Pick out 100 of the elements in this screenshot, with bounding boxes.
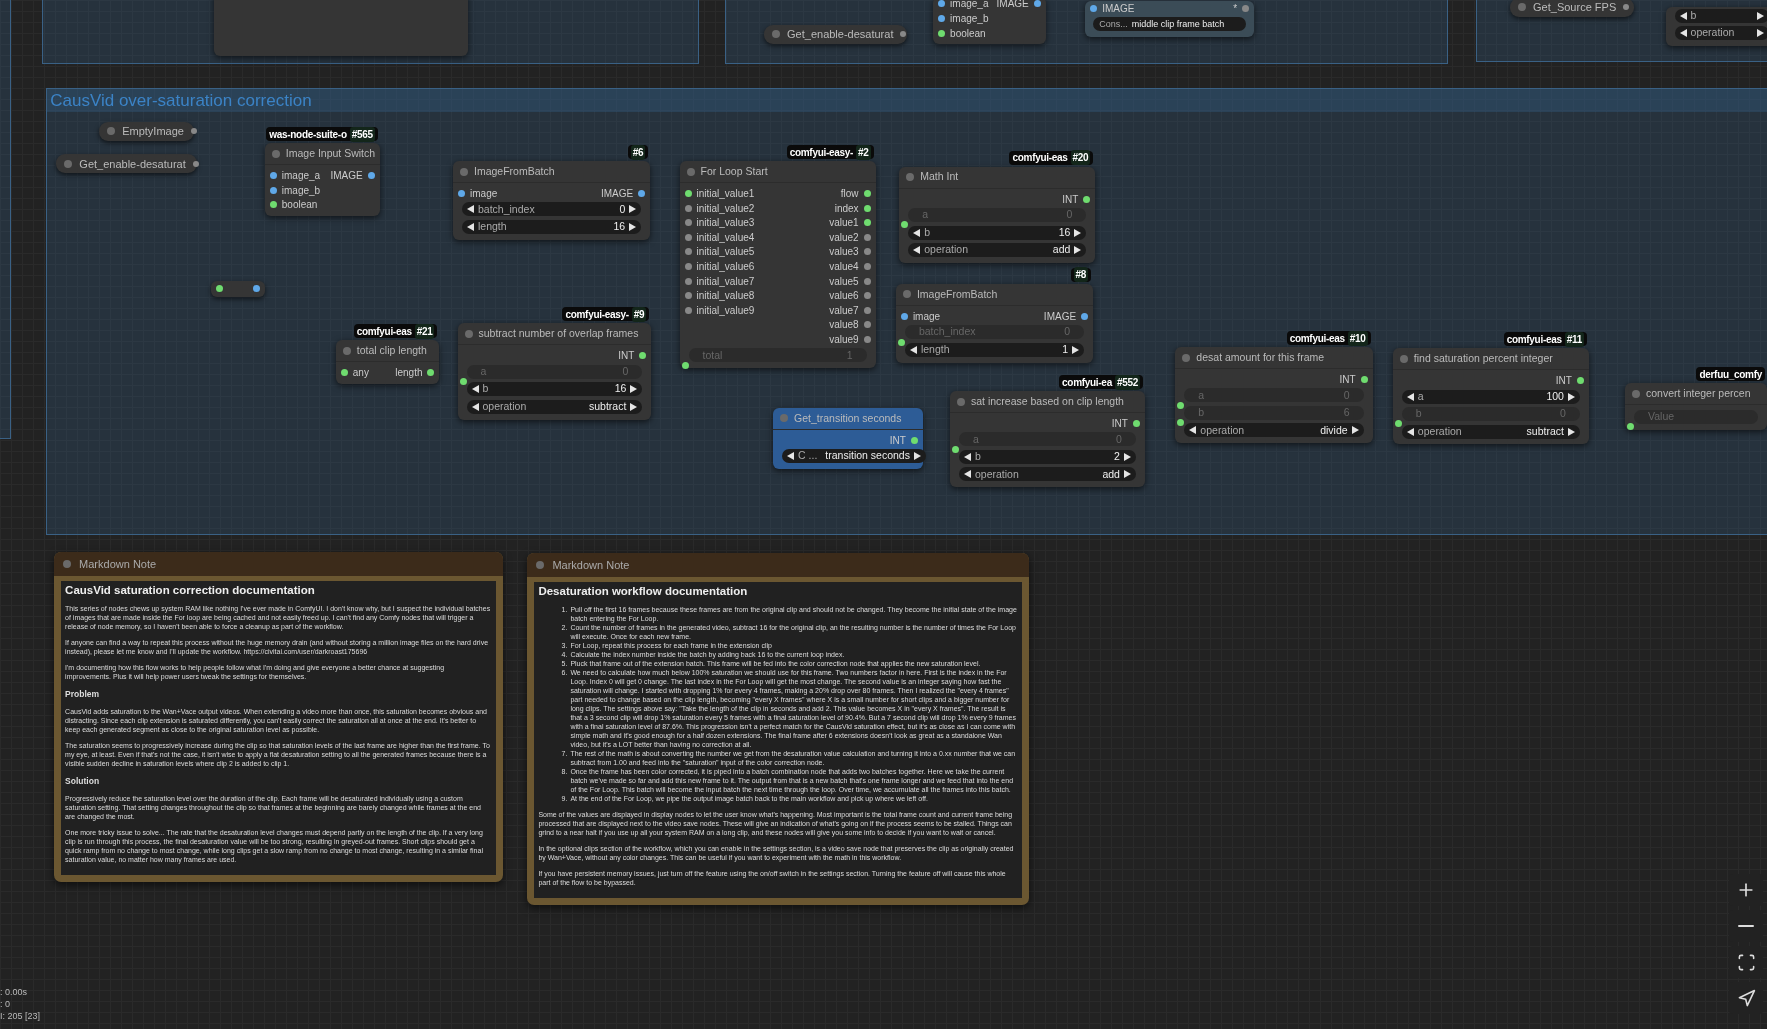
node-title: Image Input Switch	[285, 145, 376, 161]
output-label: index	[834, 201, 859, 216]
left-arrow-icon[interactable]	[1406, 392, 1414, 401]
widget-value: 16	[1058, 224, 1071, 240]
node-title: subtract number of overlap frames	[478, 326, 639, 342]
widget-label: operation	[1200, 422, 1245, 438]
getter-node[interactable]: Get_enable-desaturat	[56, 154, 198, 174]
right-arrow-icon[interactable]	[1567, 392, 1575, 401]
widget-label: a	[1417, 388, 1424, 404]
note-header-label: Markdown Note	[79, 556, 157, 572]
value-widget[interactable]: operation	[1674, 26, 1767, 40]
widget-label: length	[920, 341, 950, 357]
input-label: initial_value6	[696, 259, 755, 274]
value-widget[interactable]: operation divide	[1184, 423, 1364, 438]
right-arrow-icon[interactable]	[1351, 426, 1359, 435]
output-label: value8	[829, 318, 859, 333]
widget-label: total	[702, 347, 723, 363]
right-arrow-icon[interactable]	[1757, 29, 1765, 37]
widget-label: Value	[1648, 409, 1675, 424]
widget-value: add	[1052, 242, 1071, 258]
value-widget[interactable]: b 16	[466, 382, 643, 397]
output-label: value9	[829, 332, 859, 347]
input-label: image	[912, 309, 941, 324]
left-arrow-icon[interactable]	[1679, 29, 1687, 37]
input-label: initial_value2	[696, 201, 755, 216]
left-arrow-icon[interactable]	[787, 452, 795, 461]
badge-source: derfuu_comfy	[1699, 367, 1762, 382]
node-card[interactable]: IMAGE * Cons... middle clip frame batch	[1085, 1, 1255, 38]
output-label: INT	[1062, 192, 1079, 207]
input-label: initial_value1	[696, 186, 755, 201]
output-label: value4	[829, 259, 859, 274]
output-label: flow	[840, 186, 859, 201]
input-label: image_a	[950, 0, 989, 12]
value-widget[interactable]: b 2	[959, 449, 1136, 464]
right-arrow-icon[interactable]	[1072, 345, 1080, 354]
input-label: boolean	[950, 26, 986, 41]
value-widget[interactable]: length 1	[904, 342, 1085, 357]
badge-id: #2	[856, 144, 871, 160]
output-label: value2	[829, 230, 859, 245]
node-title: Math Int	[920, 169, 959, 185]
value-widget[interactable]: b 16	[908, 225, 1087, 240]
widget-label: b	[924, 224, 931, 240]
left-arrow-icon[interactable]	[1406, 427, 1414, 436]
value-widget[interactable]: length 16	[462, 220, 642, 234]
value-widget[interactable]: operation add	[908, 243, 1087, 258]
right-arrow-icon[interactable]	[629, 223, 637, 231]
node-card[interactable]	[214, 0, 468, 57]
getter-node[interactable]: EmptyImage	[99, 121, 194, 141]
input-label: image_b	[281, 183, 321, 198]
widget-value: subtract	[1526, 423, 1564, 439]
widget-value: middle clip frame batch	[1131, 17, 1225, 31]
badge-id: #8	[1073, 267, 1089, 283]
left-arrow-icon[interactable]	[909, 345, 917, 354]
badge-source: was-node-suite-o	[269, 127, 347, 142]
node-card[interactable]: image_a IMAGE image_b boolean	[933, 0, 1046, 45]
node-title: ImageFromBatch	[916, 286, 998, 302]
widget-value: subtract	[589, 398, 627, 414]
right-arrow-icon[interactable]	[913, 452, 921, 461]
node-card[interactable]: Get_transition seconds INT C ... transition seconds	[773, 407, 923, 470]
value-widget[interactable]: C ... transition seconds	[782, 449, 926, 464]
badge-source: comfyui-easy-	[565, 307, 629, 322]
widget-value: add	[1102, 466, 1120, 482]
note-heading: Solution	[65, 777, 101, 787]
output-label: INT	[889, 433, 906, 448]
value-widget[interactable]: operation subtract	[466, 399, 643, 414]
node-title: convert integer percen	[1646, 385, 1751, 401]
node-title: find saturation percent integer	[1413, 350, 1553, 366]
output-label: value3	[829, 245, 859, 260]
node-title: Get_Source FPS	[1533, 0, 1617, 15]
value-widget[interactable]: operation subtract	[1401, 424, 1580, 439]
getter-node[interactable]: Get_Source FPS	[1510, 0, 1634, 17]
widget-label: b	[482, 381, 489, 397]
stats-line: : 0	[0, 998, 11, 1010]
value-widget[interactable]: b	[1674, 8, 1767, 23]
output-label: INT	[618, 349, 635, 364]
right-arrow-icon[interactable]	[1567, 427, 1575, 436]
node-title: EmptyImage	[122, 123, 184, 139]
value-widget[interactable]: a 100	[1401, 389, 1580, 404]
text-widget[interactable]: Cons... middle clip frame batch	[1093, 17, 1247, 32]
left-arrow-icon[interactable]	[467, 223, 474, 231]
node-card[interactable]: b operation	[1665, 6, 1767, 46]
value-widget[interactable]: batch_index 0	[462, 202, 642, 217]
input-label: initial_value9	[696, 303, 755, 318]
getter-node[interactable]: Get_enable-desaturat	[764, 24, 908, 44]
frame-corners-icon	[1736, 952, 1756, 972]
value-widget[interactable]: operation add	[959, 467, 1136, 482]
widget-value: 100	[1546, 388, 1564, 404]
left-arrow-icon[interactable]	[1189, 426, 1197, 435]
reroute-node[interactable]	[210, 280, 265, 297]
node-title: Get_enable-desaturat	[787, 27, 894, 43]
widget-value: 1	[1062, 341, 1069, 357]
input-label: boolean	[281, 198, 318, 213]
badge-source: comfyui-eas	[1012, 151, 1068, 166]
minus-icon	[1738, 925, 1754, 927]
widget-label: b	[1690, 7, 1697, 23]
input-label: image	[470, 186, 498, 201]
badge-source: comfyui-eas	[1506, 332, 1562, 347]
input-label: initial_value5	[696, 245, 755, 260]
badge-id: #10	[1347, 330, 1368, 346]
widget-label: operation	[924, 242, 969, 258]
